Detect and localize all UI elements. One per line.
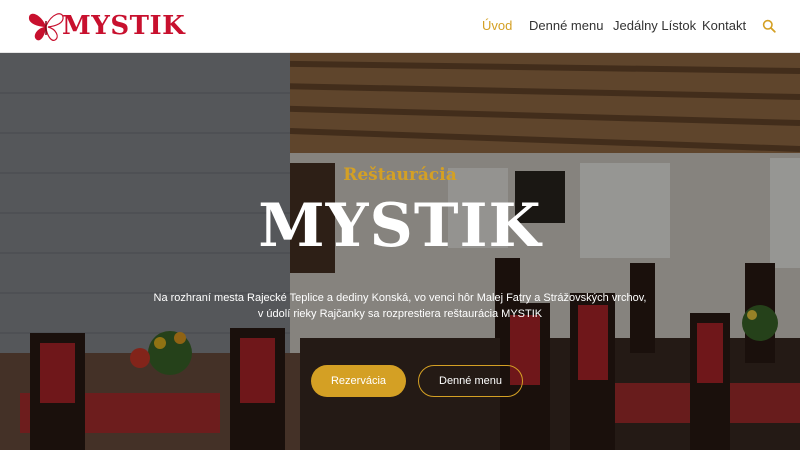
hero-description: Na rozhraní mesta Rajecké Teplice a dedi… — [150, 290, 650, 322]
reservation-button[interactable]: Rezervácia — [311, 365, 406, 397]
hero-subtitle: Reštaurácia — [343, 165, 457, 185]
daily-menu-button[interactable]: Denné menu — [418, 365, 523, 397]
site-header: MYSTIK Úvod Denné menu Jedálny Lístok Ko… — [0, 0, 800, 53]
nav-item-denne-menu[interactable]: Denné menu — [529, 18, 603, 33]
site-logo[interactable]: MYSTIK — [26, 9, 185, 43]
nav-item-jedalny-listok[interactable]: Jedálny Lístok — [613, 18, 696, 33]
hero-title: MYSTIK — [258, 191, 542, 261]
hero-section: Reštaurácia MYSTIK Na rozhraní mesta Raj… — [0, 53, 800, 450]
search-icon[interactable] — [762, 19, 776, 33]
butterfly-logo-icon — [28, 13, 64, 41]
brand-name: MYSTIK — [62, 11, 186, 41]
nav-item-kontakt[interactable]: Kontakt — [702, 18, 746, 33]
hero-description-line-2: v údolí rieky Rajčanky sa rozprestiera r… — [257, 308, 543, 320]
hero-description-line-1: Na rozhraní mesta Rajecké Teplice a dedi… — [153, 292, 647, 304]
nav-item-uvod[interactable]: Úvod — [482, 18, 512, 33]
